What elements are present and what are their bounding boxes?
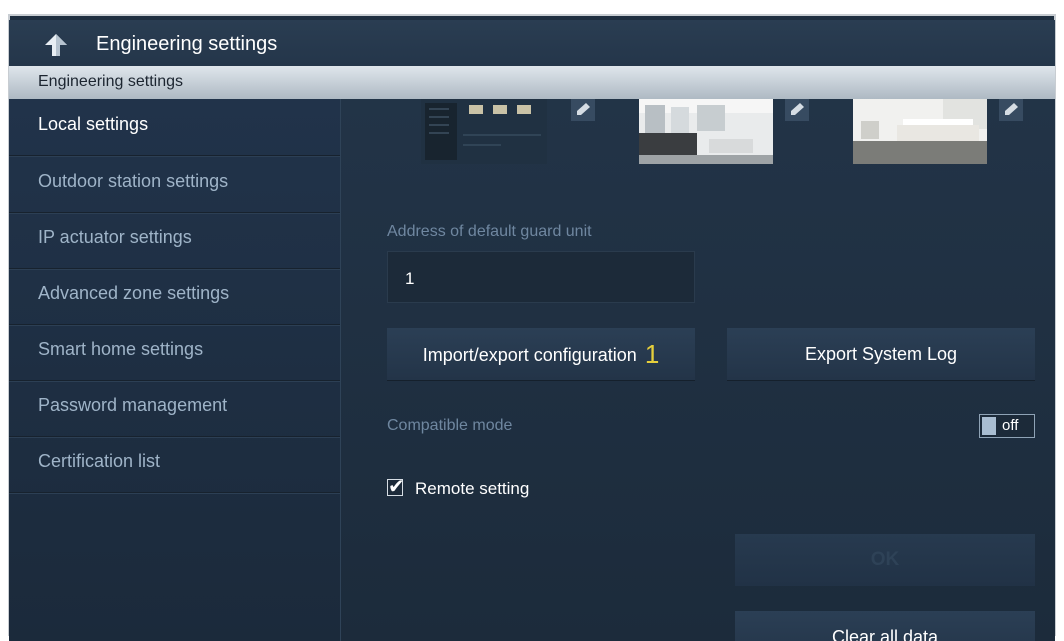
guard-unit-address-input[interactable]: 1 — [387, 251, 695, 303]
sidebar-item-outdoor-station-settings[interactable]: Outdoor station settings — [9, 156, 340, 213]
wallpaper-thumb-bedroom[interactable] — [853, 99, 987, 164]
notification-badge: 1 — [644, 339, 660, 369]
page-title: Engineering settings — [96, 33, 278, 55]
guard-unit-label: Address of default guard unit — [387, 223, 592, 240]
section-header: Engineering settings — [9, 66, 1055, 99]
toggle-knob — [982, 417, 996, 435]
ok-button[interactable]: OK — [735, 534, 1035, 586]
sidebar-item-ip-actuator-settings[interactable]: IP actuator settings — [9, 212, 340, 269]
export-log-label: Export System Log — [804, 344, 958, 364]
edit-icon[interactable] — [571, 99, 595, 121]
screen: Engineering settings Engineering setting… — [9, 20, 1055, 641]
section-header-label: Engineering settings — [38, 73, 183, 90]
sidebar-item-label: Smart home settings — [38, 339, 204, 359]
sidebar-item-advanced-zone-settings[interactable]: Advanced zone settings — [9, 268, 340, 325]
toggle-state: off — [1002, 417, 1019, 434]
sidebar-item-label: Password management — [38, 395, 228, 415]
compatible-mode-toggle[interactable]: off — [979, 414, 1035, 438]
wallpaper-thumb-screen[interactable] — [421, 99, 547, 164]
checkmark-icon: ✔ — [388, 474, 405, 498]
wallpaper-thumb-living-room[interactable] — [639, 99, 773, 164]
sidebar-item-label: Local settings — [38, 114, 149, 134]
export-system-log-button[interactable]: Export System Log — [727, 328, 1035, 381]
sidebar-item-smart-home-settings[interactable]: Smart home settings — [9, 324, 340, 381]
import-export-label: Import/export configuration — [422, 345, 637, 365]
sidebar-item-label: Outdoor station settings — [38, 171, 229, 191]
back-arrow-icon[interactable] — [43, 32, 69, 58]
sidebar-item-label: Advanced zone settings — [38, 283, 230, 303]
sidebar-item-certification-list[interactable]: Certification list — [9, 436, 340, 493]
compatible-mode-label: Compatible mode — [387, 417, 513, 434]
title-bar: Engineering settings — [9, 20, 1055, 66]
clear-all-data-button[interactable]: Clear all data — [735, 611, 1035, 641]
sidebar: Local settings Outdoor station settings … — [9, 99, 341, 641]
sidebar-item-label: IP actuator settings — [38, 227, 192, 247]
sidebar-item-label: Certification list — [38, 451, 161, 471]
sidebar-item-local-settings[interactable]: Local settings — [9, 99, 340, 156]
main-panel: Address of default guard unit 1 Import/e… — [341, 99, 1055, 641]
edit-icon[interactable] — [785, 99, 809, 121]
sidebar-item-password-management[interactable]: Password management — [9, 380, 340, 437]
edit-icon[interactable] — [999, 99, 1023, 121]
import-export-configuration-button[interactable]: Import/export configuration 1 — [387, 328, 695, 381]
remote-setting-label: Remote setting — [415, 479, 530, 498]
